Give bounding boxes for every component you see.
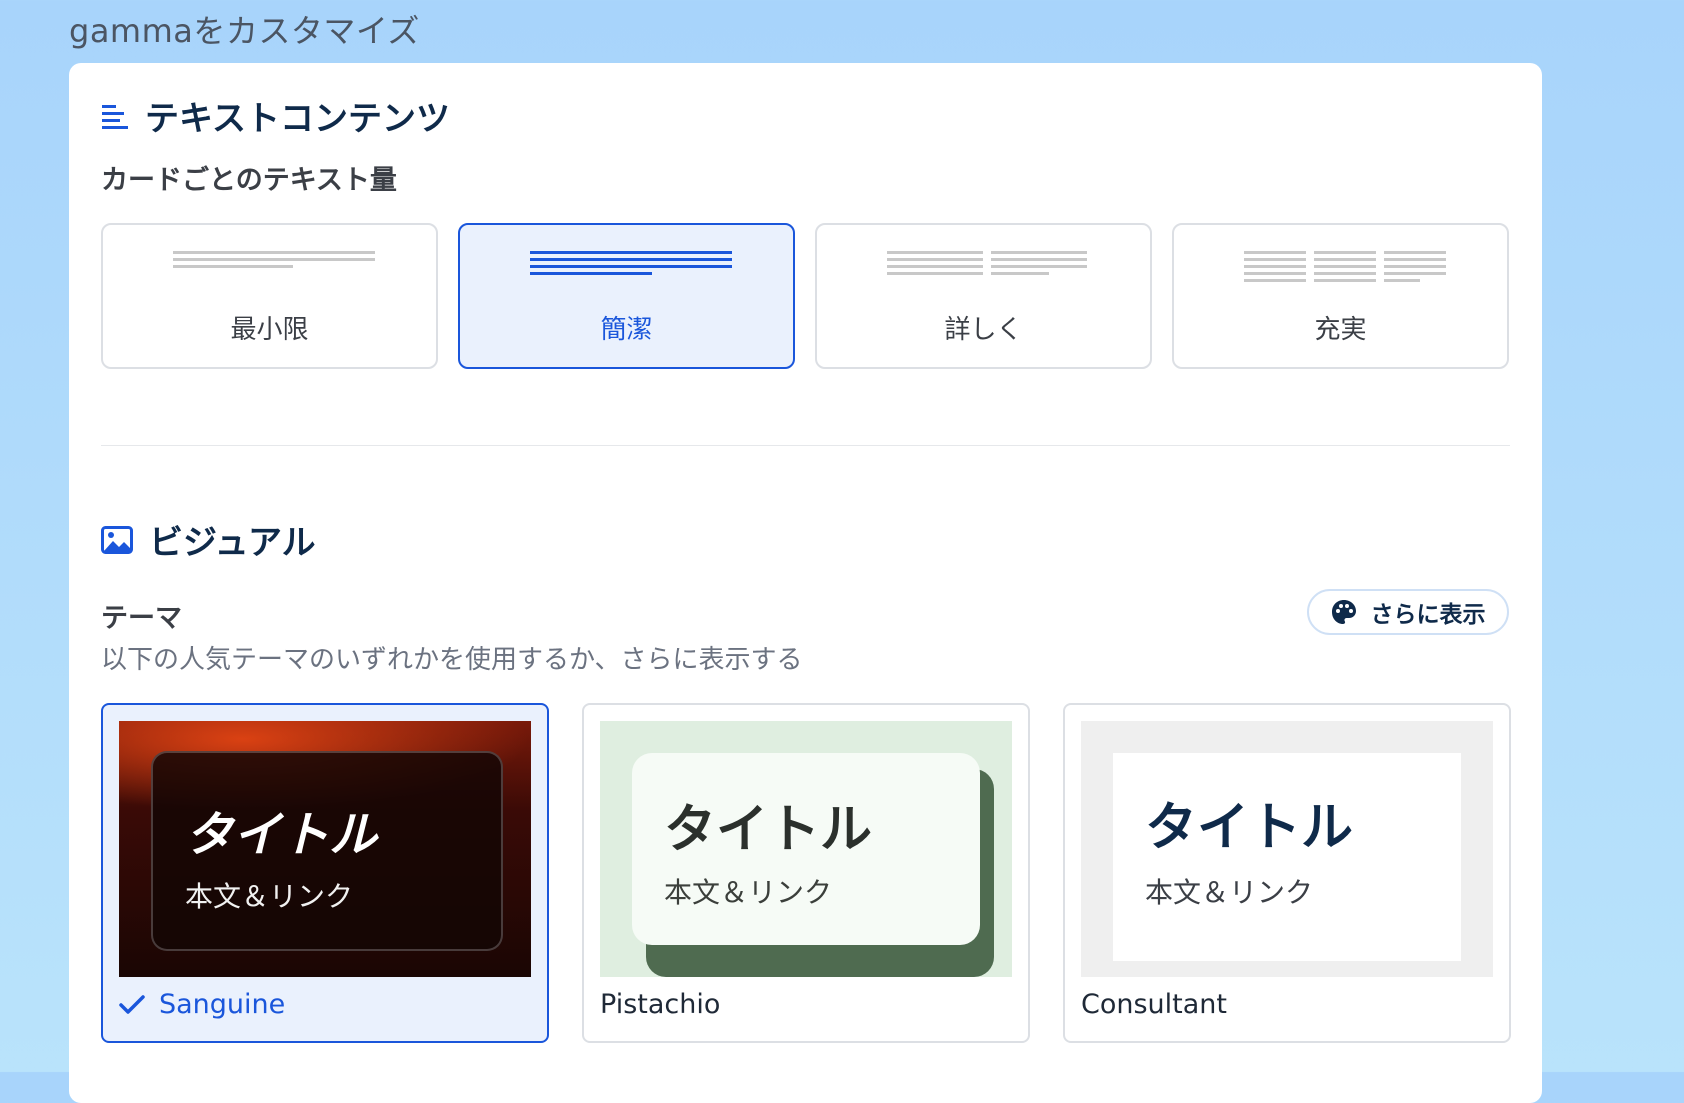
theme-card-consultant[interactable]: タイトル 本文＆リンク Consultant — [1063, 703, 1511, 1043]
theme-name-row: Consultant — [1081, 989, 1227, 1020]
amount-option-label: 充実 — [1314, 315, 1367, 345]
theme-preview: タイトル 本文＆リンク — [119, 721, 531, 977]
theme-name-row: Pistachio — [600, 989, 720, 1020]
text-lines-icon — [102, 104, 128, 129]
amount-option-minimal[interactable]: 最小限 — [101, 223, 438, 369]
visual-heading-label: ビジュアル — [149, 523, 316, 563]
amount-option-label: 詳しく — [944, 315, 1023, 345]
preview-card: タイトル 本文＆リンク — [632, 753, 980, 945]
show-more-label: さらに表示 — [1370, 602, 1486, 628]
theme-name: Pistachio — [600, 989, 721, 1020]
text-content-heading: テキストコンテンツ — [101, 91, 450, 140]
preview-title: タイトル — [664, 800, 873, 860]
amount-option-extensive[interactable]: 充実 — [1172, 223, 1509, 369]
section-divider — [101, 445, 1510, 446]
theme-description: 以下の人気テーマのいずれかを使用するか、さらに表示する — [101, 645, 803, 675]
theme-name: Sanguine — [159, 989, 286, 1020]
minimal-lines-icon — [173, 251, 375, 268]
preview-body: 本文＆リンク — [185, 880, 354, 913]
preview-title: タイトル — [185, 807, 378, 863]
theme-preview: タイトル 本文＆リンク — [1081, 721, 1493, 977]
preview-title: タイトル — [1145, 798, 1354, 858]
detailed-lines-icon — [887, 251, 1087, 275]
page-title: gammaをカスタマイズ — [69, 12, 420, 50]
theme-name-row: Sanguine — [119, 989, 285, 1020]
theme-label: テーマ — [101, 603, 182, 634]
theme-name: Consultant — [1081, 989, 1227, 1020]
text-content-heading-label: テキストコンテンツ — [145, 99, 450, 139]
theme-preview: タイトル 本文＆リンク — [600, 721, 1012, 977]
check-icon — [119, 994, 145, 1014]
preview-card: タイトル 本文＆リンク — [1113, 753, 1461, 961]
palette-icon — [1331, 600, 1356, 624]
theme-card-sanguine[interactable]: タイトル 本文＆リンク Sanguine — [101, 703, 549, 1043]
concise-lines-icon — [530, 251, 732, 275]
preview-card: タイトル 本文＆リンク — [151, 751, 503, 951]
amount-option-detailed[interactable]: 詳しく — [815, 223, 1152, 369]
amount-option-label: 最小限 — [230, 315, 309, 345]
theme-card-pistachio[interactable]: タイトル 本文＆リンク Pistachio — [582, 703, 1030, 1043]
amount-option-label: 簡潔 — [600, 315, 653, 345]
image-icon — [101, 525, 133, 554]
preview-body: 本文＆リンク — [1145, 876, 1314, 909]
customize-panel: テキストコンテンツ カードごとのテキスト量 最小限 簡潔 詳しく 充実 ビジュア… — [69, 63, 1542, 1103]
show-more-themes-button[interactable]: さらに表示 — [1307, 589, 1509, 635]
amount-option-concise[interactable]: 簡潔 — [458, 223, 795, 369]
text-amount-label: カードごとのテキスト量 — [101, 165, 397, 196]
extensive-lines-icon — [1244, 251, 1446, 282]
visual-heading: ビジュアル — [101, 515, 316, 564]
preview-body: 本文＆リンク — [664, 876, 833, 909]
